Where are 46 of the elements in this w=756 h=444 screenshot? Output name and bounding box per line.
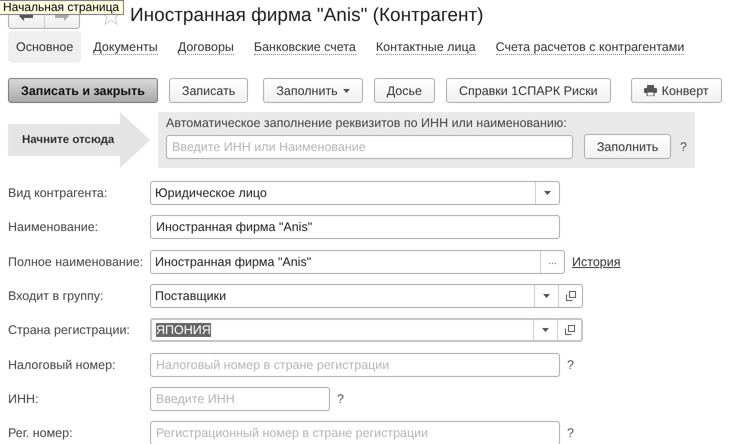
help-mark[interactable]: ? [567,426,574,440]
toolbar-button[interactable]: Конверт [630,78,722,103]
tab[interactable]: Основное [8,31,82,63]
field-label: Рег. номер: [8,426,74,440]
caret-icon [542,328,549,332]
autofill-label: Автоматическое заполнение реквизитов по ИНН или наименованию: [166,116,568,130]
history-link[interactable]: История [572,254,620,269]
open-window-icon [564,325,574,336]
printer-icon [644,85,657,96]
dropdown-field[interactable]: Поставщики [150,284,583,308]
input-field[interactable]: Введите ИНН [150,386,330,411]
field-label: Вид контрагента: [8,186,108,200]
help-mark[interactable]: ? [337,392,344,406]
toolbar-button[interactable]: Записать [168,78,248,103]
text-field[interactable]: Иностранная фирма "Anis" ... [150,250,565,274]
window-title: Иностранная фирма "Anis" (Контрагент) [130,5,484,27]
caret-icon [342,88,350,92]
field-label: Входит в группу: [8,289,104,304]
input-field[interactable]: Регистрационный номер в стране регистрации [150,421,560,444]
toolbar-button[interactable]: Записать и закрыть [8,78,158,103]
tooltip: Начальная страница [0,0,124,15]
input-field[interactable]: Налоговый номер в стране регистрации [150,352,560,377]
search-field[interactable]: Введите ИНН или Наименование [166,134,574,158]
tab[interactable]: Банковские счета [246,31,364,63]
help-mark[interactable]: ? [680,140,687,154]
tab[interactable]: Документы [85,31,166,63]
field-label: Налоговый номер: [8,358,117,372]
toolbar-button[interactable]: Досье [374,78,435,103]
tab[interactable]: Счета расчетов с контрагентами [488,31,692,63]
field-label: Полное наименование: [8,254,144,269]
tab[interactable]: Контактные лица [368,31,484,63]
tab[interactable]: Договоры [170,31,242,63]
dropdown-field[interactable]: Юридическое лицо [150,181,560,206]
fill-button[interactable]: Заполнить [584,134,672,159]
choose-button[interactable]: ... [540,250,564,273]
open-window-icon [566,291,576,302]
field-label: Наименование: [8,220,100,234]
field-label: Страна регистрации: [8,323,131,338]
caret-icon [543,294,550,298]
caret-icon [544,191,551,196]
help-mark[interactable]: ? [567,358,574,372]
toolbar-button[interactable]: Заполнить [263,78,363,103]
input-field[interactable]: Иностранная фирма "Anis" [150,215,560,240]
dropdown-field[interactable]: ЯПОНИЯ [150,318,583,342]
field-label: ИНН: [8,392,40,406]
toolbar-button[interactable]: Справки 1СПАРК Риски [446,78,611,103]
